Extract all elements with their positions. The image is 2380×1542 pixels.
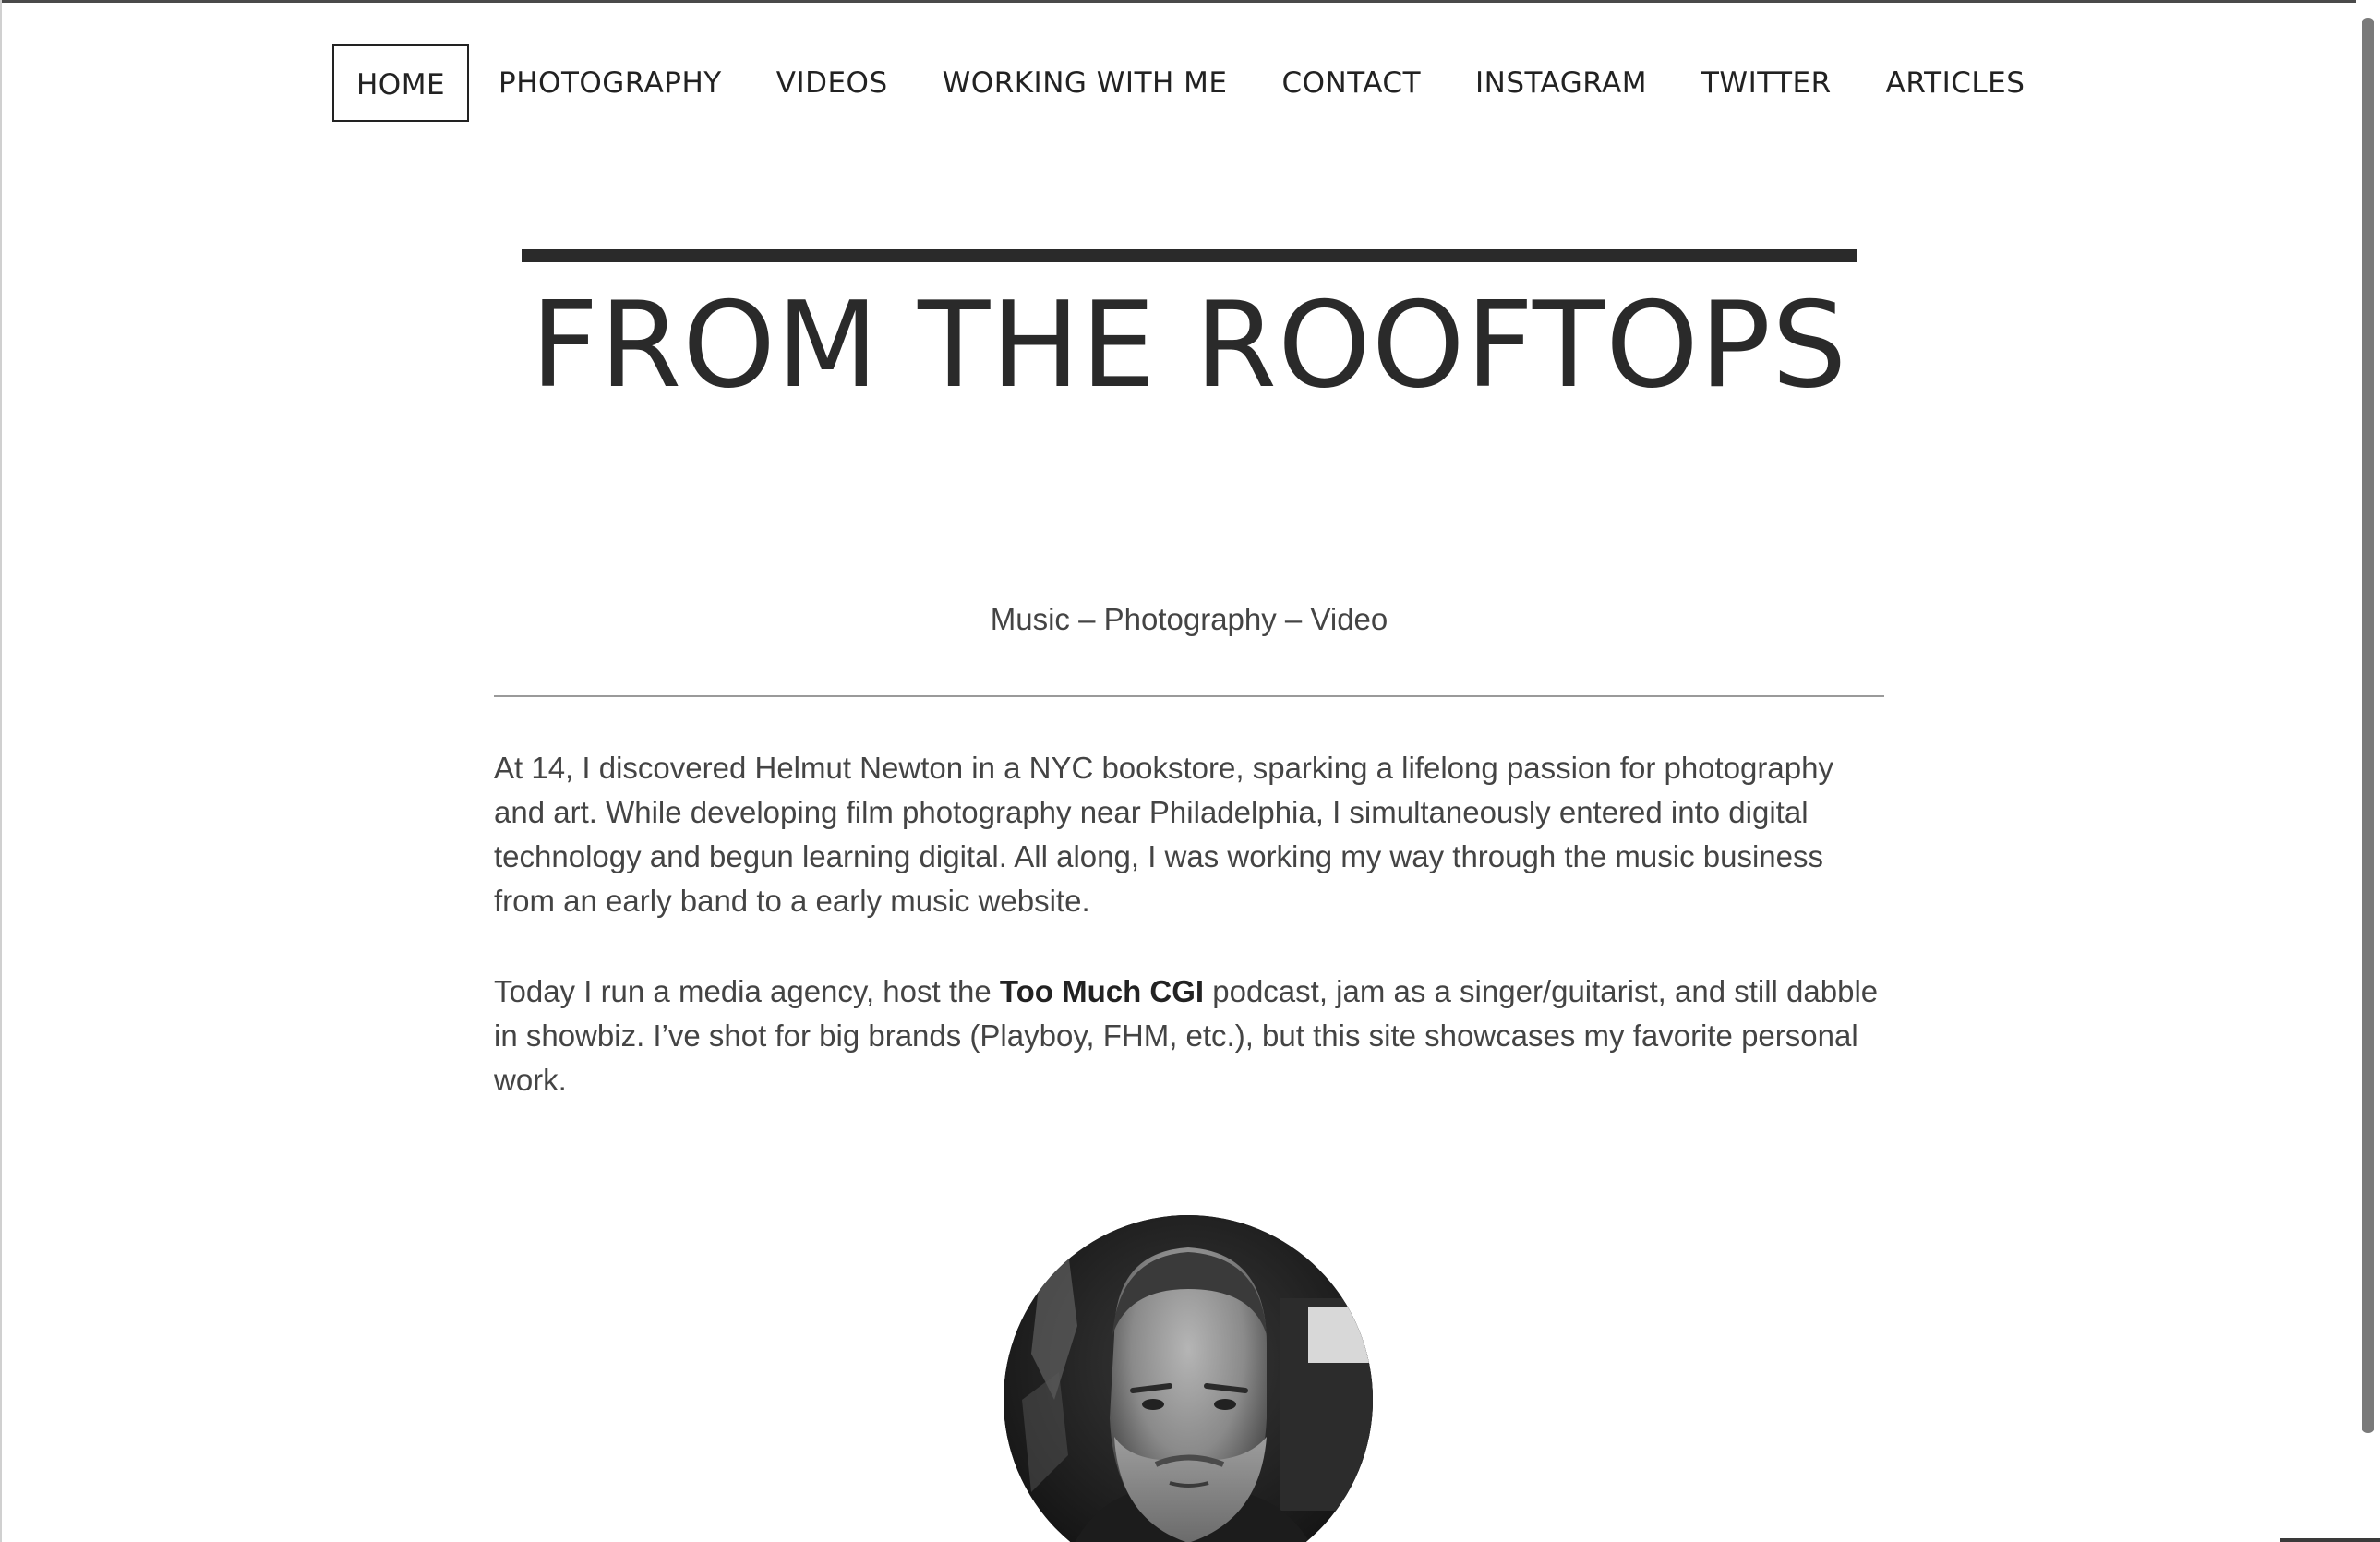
site-title[interactable]: FROM THE ROOFTOPS — [517, 277, 1861, 416]
site-tagline: Music – Photography – Video — [990, 602, 1388, 636]
window-top-edge — [0, 0, 2380, 3]
podcast-name: Too Much CGI — [999, 974, 1205, 1008]
nav-articles[interactable]: ARTICLES — [1864, 44, 2048, 122]
profile-photo — [1004, 1215, 1373, 1542]
about-paragraph-1: At 14, I discovered Helmut Newton in a N… — [494, 751, 1833, 918]
nav-contact[interactable]: CONTACT — [1260, 44, 1444, 122]
nav-working-with-me[interactable]: WORKING WITH ME — [920, 44, 1250, 122]
title-rule — [522, 249, 1857, 262]
window-corner — [2280, 1538, 2380, 1542]
scrollbar[interactable] — [2356, 0, 2380, 1542]
nav-twitter[interactable]: TWITTER — [1679, 44, 1854, 122]
window-left-edge — [0, 0, 2, 1542]
nav-photography[interactable]: PHOTOGRAPHY — [476, 44, 744, 122]
section-divider — [494, 695, 1884, 697]
about-section: At 14, I discovered Helmut Newton in a N… — [494, 746, 1884, 1149]
scrollbar-thumb[interactable] — [2362, 18, 2374, 1433]
nav-instagram[interactable]: INSTAGRAM — [1453, 44, 1669, 122]
main-navigation: HOME PHOTOGRAPHY VIDEOS WORKING WITH ME … — [332, 44, 2047, 122]
paragraph-2-start: Today I run a media agency, host the — [494, 974, 1000, 1008]
nav-home[interactable]: HOME — [332, 44, 470, 122]
about-paragraph-2: Today I run a media agency, host the Too… — [494, 970, 1884, 1102]
nav-videos[interactable]: VIDEOS — [754, 44, 910, 122]
